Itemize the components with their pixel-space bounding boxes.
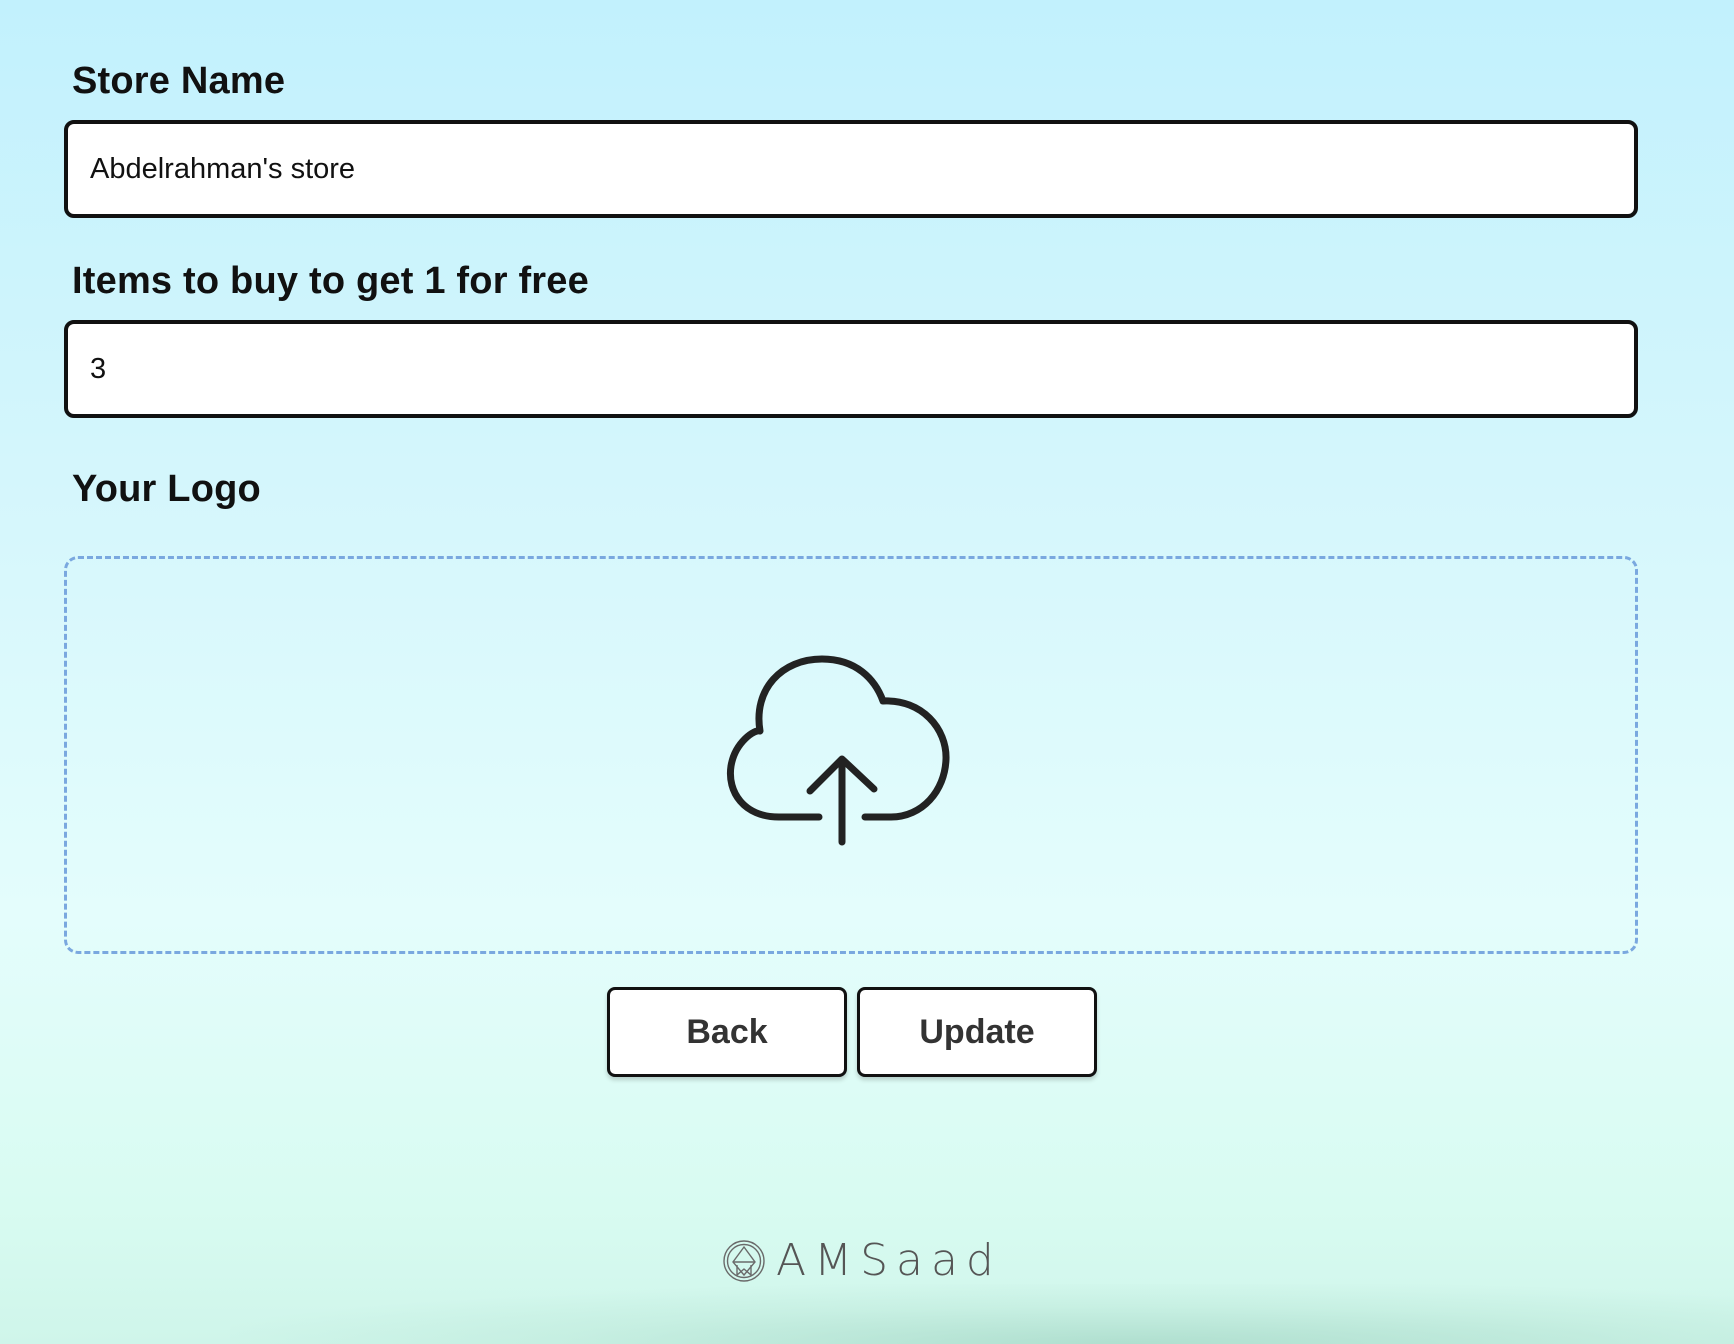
update-button[interactable]: Update — [857, 987, 1097, 1077]
cloud-upload-icon — [726, 655, 950, 846]
brand-name: AMSaad — [776, 1235, 1002, 1286]
logo-upload-dropzone[interactable] — [64, 556, 1638, 954]
brand-footer: AMSaad — [722, 1235, 1002, 1286]
store-name-label: Store Name — [72, 60, 286, 102]
items-to-buy-label: Items to buy to get 1 for free — [72, 260, 589, 302]
store-name-input[interactable]: Abdelrahman's store — [64, 120, 1638, 218]
logo-label: Your Logo — [72, 468, 261, 510]
amsaad-logo — [723, 1239, 765, 1282]
items-to-buy-input[interactable]: 3 — [64, 320, 1638, 418]
back-button[interactable]: Back — [607, 987, 847, 1077]
bottom-haze — [230, 1284, 1734, 1344]
